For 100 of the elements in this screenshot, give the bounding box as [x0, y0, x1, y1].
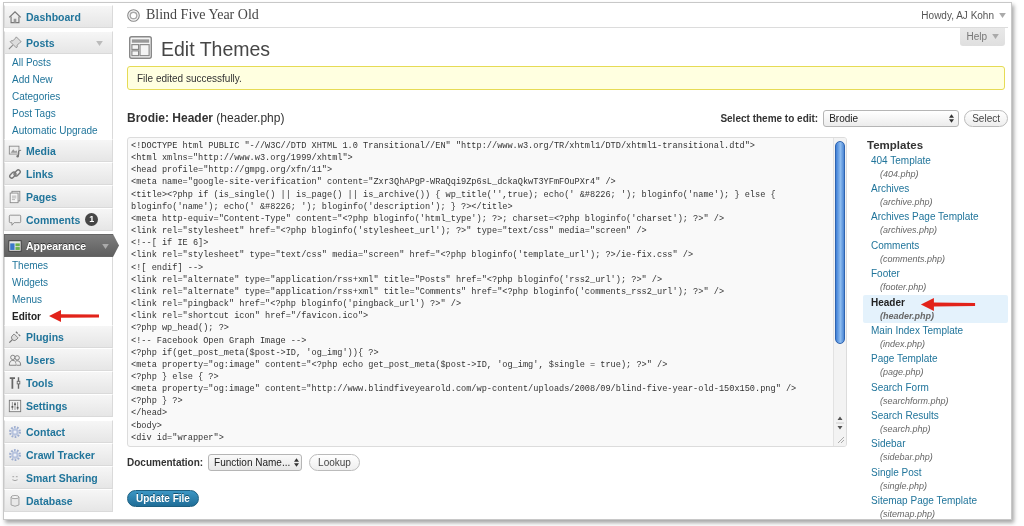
select-theme-label: Select theme to edit: — [720, 112, 819, 124]
up-down-arrows-icon — [949, 113, 955, 123]
layout-icon — [8, 238, 22, 253]
submenu-item[interactable]: Themes — [5, 257, 112, 274]
sliders-icon — [8, 398, 22, 413]
page-title: Edit Themes — [161, 38, 271, 61]
caret-icon — [102, 244, 109, 249]
menu-item[interactable]: Crawl Tracker — [4, 443, 113, 466]
menu-item[interactable]: Appearance — [4, 234, 119, 257]
menu-item[interactable]: Pages — [4, 185, 113, 208]
menu-item[interactable]: Tools — [4, 371, 113, 394]
template-filename: (comments.php) — [879, 252, 946, 266]
template-link[interactable]: 404 Template — [871, 153, 931, 168]
caret-icon — [999, 12, 1006, 18]
template-link[interactable]: Sidebar — [871, 437, 906, 452]
menu-item[interactable]: Media — [4, 139, 113, 162]
code-line: <!--[ if IE 6]> — [131, 237, 209, 250]
lookup-button[interactable]: Lookup — [309, 454, 360, 471]
theme-select[interactable]: Brodie — [823, 109, 960, 127]
scroll-thumb[interactable] — [835, 141, 845, 344]
code-editor[interactable] — [127, 137, 847, 447]
menu-item[interactable]: Smart Sharing — [4, 466, 113, 489]
code-line: </head> — [131, 407, 168, 420]
pushpin-icon — [8, 35, 22, 50]
template-filename: (footer.php) — [879, 281, 927, 295]
code-line: <html xmlns="http://www.w3.org/1999/xhtml"> — [131, 152, 353, 165]
menu-item[interactable]: Settings — [4, 394, 113, 417]
submenu-item[interactable]: Editor — [5, 308, 112, 325]
speech-bubble-icon — [8, 212, 22, 227]
gear-icon — [8, 424, 22, 439]
submenu-item[interactable]: All Posts — [5, 54, 112, 71]
template-link[interactable]: Single Post — [871, 465, 922, 480]
template-filename: (searchform.php) — [879, 394, 949, 408]
code-line: <link rel="stylesheet" type="text/css" media="screen" href="<?php bloginfo('template_url'); ?>/ie-fix.css" /> — [131, 249, 694, 262]
code-line: <link rel="stylesheet" href="<?php bloginfo('stylesheet_url'); ?>" type="text/css" media="screen" /> — [131, 225, 647, 238]
menu-item[interactable]: Plugins — [4, 325, 113, 348]
tools-icon — [8, 375, 22, 390]
database-icon — [8, 493, 22, 508]
template-filename: (sidebar.php) — [879, 451, 933, 465]
template-filename: (header.php) — [879, 309, 934, 323]
help-button[interactable]: Help — [960, 28, 1005, 46]
user-menu[interactable]: Howdy, AJ Kohn — [921, 9, 1006, 21]
menu-item[interactable]: Users — [4, 348, 113, 371]
pages-icon — [8, 189, 22, 204]
caret-icon — [96, 41, 103, 46]
menu-item[interactable]: Database — [4, 489, 113, 512]
code-line: <body> — [131, 419, 162, 432]
resize-grip-icon[interactable] — [835, 434, 845, 444]
template-link[interactable]: Header — [871, 295, 905, 310]
template-link[interactable]: Search Form — [871, 380, 929, 395]
file-heading: Brodie: Header (header.php) — [127, 111, 285, 125]
success-notice: File edited successfully. — [127, 66, 1005, 90]
template-link[interactable]: Page Template — [871, 352, 938, 367]
scrollbar[interactable] — [833, 138, 846, 446]
gear-icon — [8, 447, 22, 462]
code-line: <div id="wrapper"> — [131, 431, 224, 444]
templates-heading: Templates — [867, 138, 925, 153]
update-file-button[interactable]: Update File — [127, 490, 199, 507]
code-line: <?php wp_head(); ?> — [131, 322, 229, 335]
template-link[interactable]: Search Results — [871, 409, 939, 424]
template-link[interactable]: Comments — [871, 238, 920, 253]
template-filename: (404.php) — [879, 167, 919, 181]
picture-icon — [8, 143, 22, 158]
count-badge: 1 — [85, 213, 99, 226]
plug-icon — [8, 329, 22, 344]
template-link[interactable]: Footer — [871, 267, 900, 282]
code-line: <?php } ?> — [131, 395, 183, 408]
submenu-item[interactable]: Add New — [5, 71, 112, 88]
menu-item[interactable]: Contact — [4, 420, 113, 443]
code-line: bloginfo('name'); echo(' &#8226; '); bloginfo('description'); } ?></title> — [131, 200, 513, 213]
code-line: <title><?php if (is_single() || is_page() || is_archive()) { wp_title('',true); echo(' &#8226; '); bloginfo('name'); } else { — [131, 188, 776, 201]
select-button[interactable]: Select — [964, 109, 1008, 127]
function-select[interactable]: Function Name... — [208, 454, 303, 471]
menu-item[interactable]: Comments 1 — [4, 208, 113, 231]
template-link[interactable]: Archives — [871, 182, 910, 197]
menu-item[interactable]: Posts — [4, 31, 113, 54]
code-line: <link rel="shortcut icon" href="/favicon.ico"> — [131, 310, 369, 323]
caret-icon — [992, 34, 999, 39]
template-link[interactable]: Sitemap Page Template — [871, 494, 977, 509]
code-line: <link rel="pingback" href="<?php bloginfo('pingback_url') ?>" /> — [131, 298, 462, 311]
code-line: <!DOCTYPE html PUBLIC "-//W3C//DTD XHTML 1.0 Transitional//EN" "http://www.w3.org/TR/xhtml1/DTD/xhtml1-transitional.dtd"> — [131, 140, 755, 153]
template-filename: (archive.php) — [879, 196, 933, 210]
code-line: <![ endif] --> — [131, 261, 204, 274]
template-filename: (single.php) — [879, 479, 928, 493]
code-line: <meta http-equiv="Content-Type" content="<?php bloginfo('html_type'); ?>; charset=<?php bloginfo('charset'); ?>" /> — [131, 212, 725, 226]
template-link[interactable]: Archives Page Template — [871, 210, 979, 225]
template-filename: (search.php) — [879, 423, 931, 437]
menu-item[interactable]: Dashboard — [4, 5, 113, 28]
submenu-item[interactable]: Menus — [5, 291, 112, 308]
submenu-item[interactable]: Categories — [5, 88, 112, 105]
submenu-item[interactable]: Automatic Upgrade — [5, 122, 112, 139]
submenu-item[interactable]: Widgets — [5, 274, 112, 291]
submenu-item[interactable]: Post Tags — [5, 105, 112, 122]
code-line: <head profile="http://gmpg.org/xfn/11"> — [131, 164, 333, 177]
menu-item[interactable]: Links — [4, 162, 113, 185]
template-link[interactable]: Main Index Template — [871, 323, 964, 338]
circle-logo-icon — [127, 8, 140, 22]
site-title[interactable]: Blind Five Year Old — [146, 7, 259, 23]
template-filename: (sitemap.php) — [879, 508, 936, 519]
template-filename: (page.php) — [879, 366, 924, 380]
